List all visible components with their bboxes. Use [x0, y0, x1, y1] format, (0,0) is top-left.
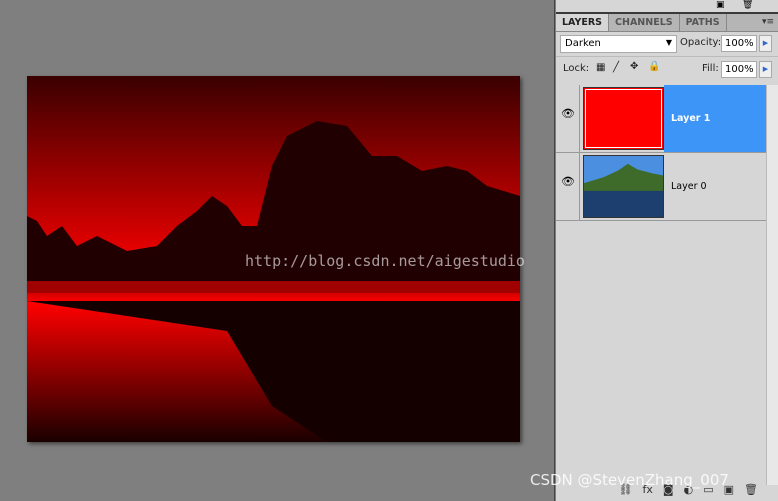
lock-label: Lock: — [563, 63, 590, 74]
lock-all-icon[interactable]: 🔒 — [648, 61, 660, 72]
new-layer-icon[interactable]: ▣ — [716, 0, 725, 10]
panel-tabs: LAYERS CHANNELS PATHS ▾≡ — [556, 14, 778, 32]
blend-mode-value: Darken — [565, 38, 601, 49]
lock-transparent-icon[interactable]: ▦ — [596, 62, 605, 73]
blend-mode-select[interactable]: Darken ▼ — [560, 35, 677, 53]
tab-paths[interactable]: PATHS — [680, 14, 727, 31]
chevron-down-icon: ▼ — [665, 38, 672, 47]
fill-label: Fill: — [702, 63, 719, 74]
watermark-url: http://blog.csdn.net/aigestudio — [245, 252, 525, 270]
lock-move-icon[interactable]: ✥ — [630, 61, 638, 72]
lock-row: Lock: ▦ ╱ ✥ 🔒 Fill: 100% ▶ — [556, 56, 778, 80]
panel-top-strip: ▣ 🗑 — [556, 0, 778, 14]
opacity-input[interactable]: 100% — [721, 35, 757, 52]
watermark-credit: CSDN @StevenZhang_007 — [530, 471, 729, 489]
blend-row: Darken ▼ Opacity: 100% ▶ — [556, 32, 778, 56]
layer-name[interactable]: Layer 0 — [671, 181, 707, 192]
layers-panel: ▣ 🗑 LAYERS CHANNELS PATHS ▾≡ Darken ▼ Opa… — [556, 0, 778, 501]
opacity-label: Opacity: — [680, 37, 722, 48]
delete-layer-icon[interactable]: 🗑 — [744, 483, 758, 497]
visibility-toggle[interactable]: 👁 — [556, 85, 580, 153]
trash-icon[interactable]: 🗑 — [742, 0, 753, 10]
layer-name[interactable]: Layer 1 — [671, 113, 710, 124]
eye-icon: 👁 — [561, 107, 575, 120]
layer-thumbnail — [583, 155, 664, 218]
opacity-slider-button[interactable]: ▶ — [759, 35, 772, 52]
visibility-toggle[interactable]: 👁 — [556, 153, 580, 221]
lock-brush-icon[interactable]: ╱ — [613, 62, 619, 73]
fill-input[interactable]: 100% — [721, 61, 757, 78]
layer-row-layer-1[interactable]: 👁 Layer 1 — [556, 85, 766, 153]
layer-row-layer-0[interactable]: 👁 Layer 0 — [556, 153, 766, 221]
layer-thumbnail — [583, 87, 664, 150]
document-workspace: http://blog.csdn.net/aigestudio — [0, 0, 555, 501]
layers-scrollbar[interactable] — [766, 85, 778, 485]
tab-layers[interactable]: LAYERS — [556, 14, 610, 31]
eye-icon: 👁 — [561, 175, 575, 188]
fill-slider-button[interactable]: ▶ — [759, 61, 772, 78]
tab-channels[interactable]: CHANNELS — [609, 14, 680, 31]
panel-menu-icon[interactable]: ▾≡ — [762, 17, 774, 27]
